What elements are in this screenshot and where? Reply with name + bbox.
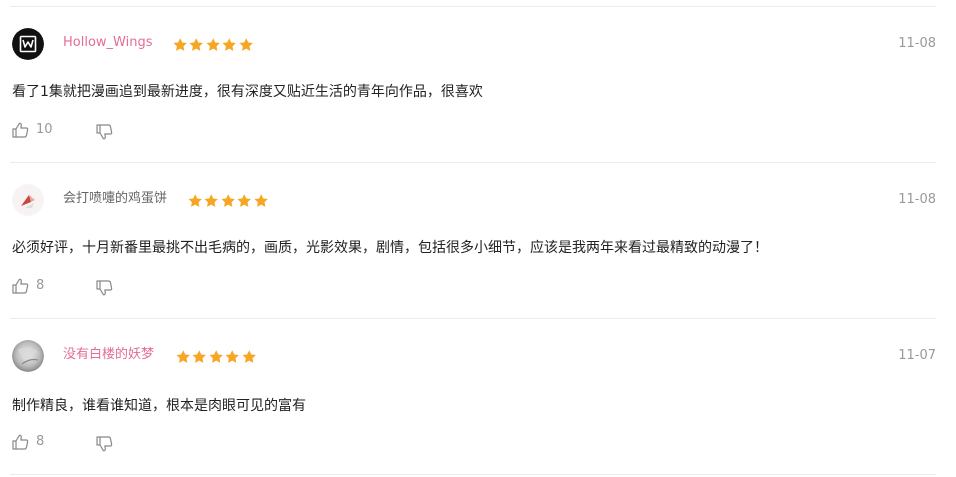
like-count: 8 bbox=[36, 434, 45, 449]
like-button[interactable]: 8 bbox=[12, 433, 44, 451]
star-icon bbox=[204, 194, 219, 207]
thumbs-up-icon bbox=[12, 278, 29, 294]
star-icon bbox=[173, 38, 187, 51]
review-item: 会打喷嚏的鸡蛋饼 11-08 必须好评，十月新番里最挑不出毛病的，画质，光影效果… bbox=[0, 163, 956, 313]
like-button[interactable]: 10 bbox=[12, 121, 53, 139]
avatar[interactable] bbox=[12, 28, 44, 60]
star-icon bbox=[242, 350, 256, 363]
dislike-button[interactable] bbox=[96, 279, 113, 297]
thumbs-down-icon bbox=[96, 280, 113, 296]
review-list: Hollow_Wings 11-08 看了1集就把漫画追到最新进度，很有深度又贴… bbox=[0, 0, 956, 477]
dislike-button[interactable] bbox=[96, 123, 113, 141]
avatar[interactable] bbox=[12, 184, 44, 216]
username[interactable]: 会打喷嚏的鸡蛋饼 bbox=[63, 191, 167, 207]
rating-stars bbox=[175, 349, 257, 365]
username[interactable]: Hollow_Wings bbox=[63, 35, 152, 51]
divider bbox=[10, 474, 936, 475]
thumbs-down-icon bbox=[96, 436, 113, 452]
star-icon bbox=[176, 350, 190, 363]
rating-stars bbox=[187, 193, 269, 209]
star-icon bbox=[225, 350, 240, 363]
star-icon bbox=[206, 38, 220, 51]
avatar[interactable] bbox=[12, 340, 44, 372]
thumbs-up-icon bbox=[12, 434, 29, 450]
review-date: 11-07 bbox=[898, 348, 936, 363]
star-icon bbox=[222, 38, 237, 51]
star-icon bbox=[188, 194, 202, 207]
star-icon bbox=[189, 38, 204, 51]
username[interactable]: 没有白楼的妖梦 bbox=[63, 347, 154, 363]
review-item: 没有白楼的妖梦 11-07 制作精良，谁看谁知道，根本是肉眼可见的富有 8 bbox=[0, 319, 956, 469]
review-date: 11-08 bbox=[898, 192, 936, 207]
review-text: 必须好评，十月新番里最挑不出毛病的，画质，光影效果，剧情，包括很多小细节，应该是… bbox=[12, 240, 768, 256]
like-count: 10 bbox=[36, 122, 53, 137]
thumbs-up-icon bbox=[12, 122, 29, 138]
like-button[interactable]: 8 bbox=[12, 277, 44, 295]
review-date: 11-08 bbox=[898, 36, 936, 51]
review-text: 看了1集就把漫画追到最新进度，很有深度又贴近生活的青年向作品，很喜欢 bbox=[12, 84, 483, 100]
dislike-button[interactable] bbox=[96, 435, 113, 453]
star-icon bbox=[221, 194, 235, 207]
star-icon bbox=[254, 194, 268, 207]
thumbs-down-icon bbox=[96, 124, 113, 140]
like-count: 8 bbox=[36, 278, 45, 293]
star-icon bbox=[209, 350, 223, 363]
review-item: Hollow_Wings 11-08 看了1集就把漫画追到最新进度，很有深度又贴… bbox=[0, 7, 956, 157]
star-icon bbox=[237, 194, 252, 207]
review-text: 制作精良，谁看谁知道，根本是肉眼可见的富有 bbox=[12, 398, 306, 414]
rating-stars bbox=[172, 37, 254, 53]
star-icon bbox=[239, 38, 253, 51]
star-icon bbox=[192, 350, 207, 363]
